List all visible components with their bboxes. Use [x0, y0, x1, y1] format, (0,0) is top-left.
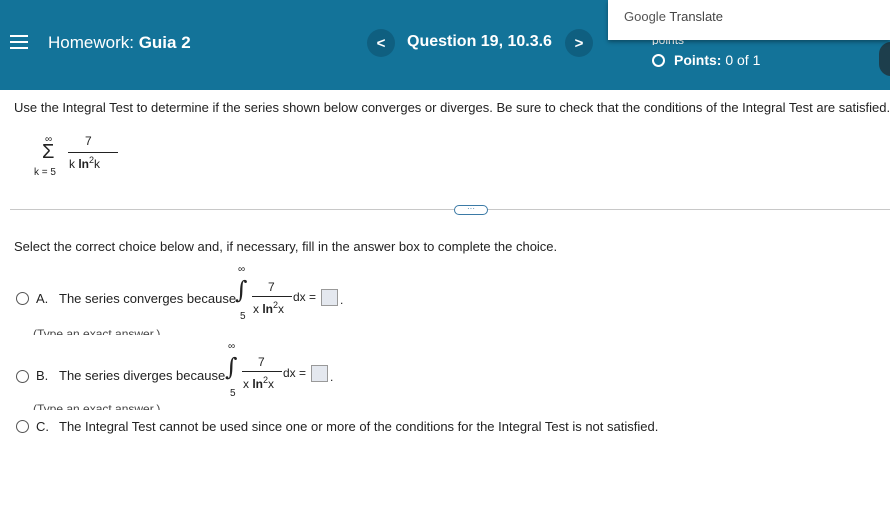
integral-denominator: x ln2x [243, 375, 275, 391]
choice-a-text: The series converges because [59, 291, 237, 306]
choice-b-radio[interactable] [16, 370, 29, 383]
series-lower-limit: k = 5 [34, 167, 56, 178]
integral-sign: ∫ [225, 353, 238, 381]
choice-c-radio[interactable] [16, 420, 29, 433]
integral-sign: ∫ [235, 276, 248, 304]
section-divider [10, 209, 890, 210]
choice-b-letter: B. [36, 368, 49, 383]
integral-numerator: 7 [268, 280, 275, 294]
problem-instructions: Use the Integral Test to determine if th… [14, 100, 890, 115]
choice-c-text: The Integral Test cannot be used since o… [59, 419, 659, 434]
choice-b-period: . [330, 370, 334, 384]
points-prefix: Points: [674, 52, 722, 68]
choice-a-radio[interactable] [16, 292, 29, 305]
question-label: Question 19, 10.3.6 [407, 33, 552, 50]
integral-denominator: x ln2x [253, 300, 285, 316]
next-question-button[interactable]: > [565, 29, 593, 57]
integral-lower-limit: 5 [240, 311, 246, 322]
side-panel-tab[interactable] [879, 42, 890, 76]
fraction-bar [242, 371, 282, 372]
sigma-symbol: Σ [42, 141, 55, 163]
choice-a-period: . [340, 293, 344, 307]
choice-a-answer-box[interactable] [321, 289, 338, 306]
series-numerator: 7 [85, 134, 92, 148]
choice-a-letter: A. [36, 291, 49, 306]
hamburger-menu-icon[interactable] [10, 35, 28, 49]
homework-name: Guia 2 [138, 33, 191, 52]
series-denominator: k ln2k [69, 155, 101, 171]
integral-upper-limit: ∞ [238, 264, 246, 275]
chevron-right-icon: > [574, 34, 584, 52]
google-logo-text: Google [624, 9, 666, 24]
series-expression: ∞ Σ k = 5 7 k ln2k [34, 132, 134, 182]
chevron-left-icon: < [376, 34, 386, 52]
dx-equals: dx = [283, 366, 307, 380]
homework-title: Homework: Guia 2 [48, 33, 191, 53]
choice-a-integral: ∞ ∫ 5 7 x ln2x dx = [234, 264, 334, 324]
fraction-bar [252, 296, 292, 297]
homework-label: Homework: [48, 33, 134, 52]
integral-numerator: 7 [258, 355, 265, 369]
choice-b-hint: (Type an exact answer.) [33, 402, 161, 410]
choice-b-text: The series diverges because [59, 368, 226, 383]
choice-a-hint: (Type an exact answer.) [33, 327, 161, 335]
fraction-bar [68, 152, 118, 153]
expand-more-button[interactable]: ··· [454, 205, 488, 215]
previous-question-button[interactable]: < [367, 29, 395, 57]
dx-equals: dx = [293, 290, 317, 304]
points-value: 0 of 1 [725, 52, 761, 68]
points-status: Points: 0 of 1 [652, 52, 760, 68]
select-instruction: Select the correct choice below and, if … [14, 239, 558, 254]
choice-b-answer-box[interactable] [311, 365, 328, 382]
google-translate-label: Google Translate [624, 9, 723, 24]
translate-text: Translate [669, 9, 724, 24]
choice-b-integral: ∞ ∫ 5 7 x ln2x dx = [224, 341, 324, 401]
integral-lower-limit: 5 [230, 388, 236, 399]
google-translate-popup[interactable]: Google Translate [608, 0, 890, 40]
points-circle-icon [652, 54, 665, 67]
choice-c-letter: C. [36, 419, 49, 434]
integral-upper-limit: ∞ [228, 341, 236, 352]
